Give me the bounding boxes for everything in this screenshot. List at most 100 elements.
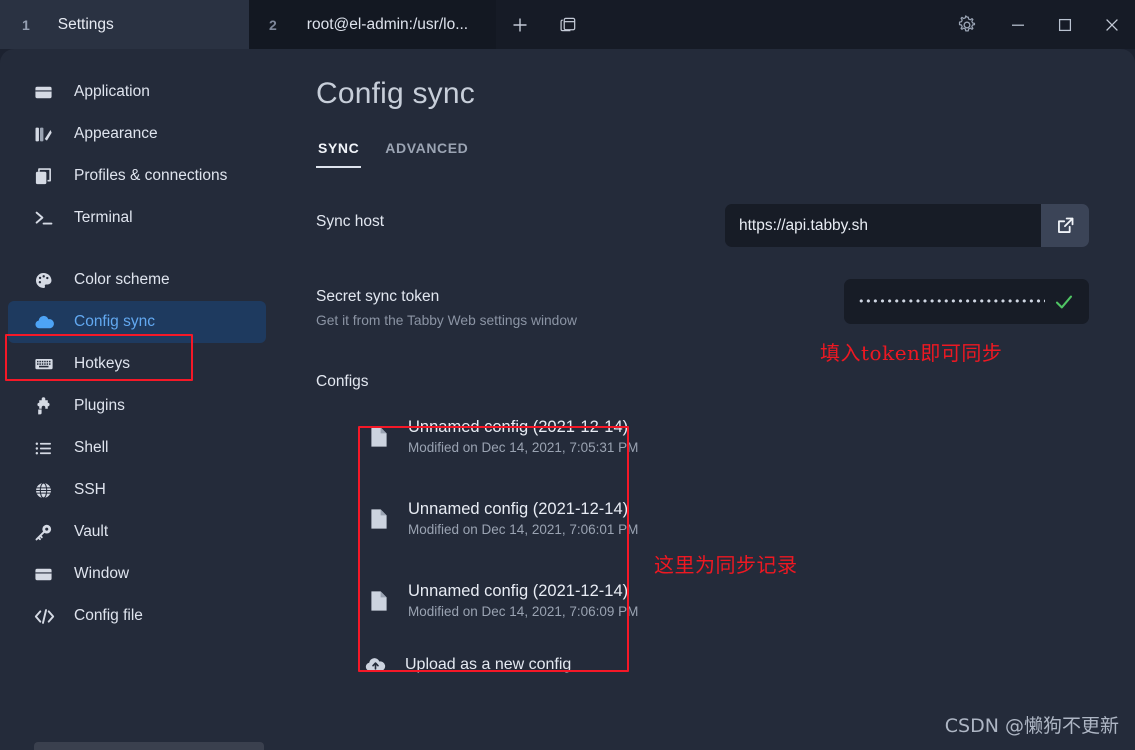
config-name: Unnamed config (2021-12-14)	[408, 500, 629, 518]
key-icon	[34, 523, 60, 542]
config-text: Unnamed config (2021-12-14) Modified on …	[408, 582, 638, 619]
secret-token-label-col: Secret sync token Get it from the Tabby …	[316, 279, 844, 328]
sidebar-item-config-sync[interactable]: Config sync	[8, 301, 266, 343]
secret-token-hint: Get it from the Tabby Web settings windo…	[316, 313, 577, 328]
file-icon	[364, 426, 394, 448]
keyboard-icon	[34, 354, 60, 374]
terminal-icon	[34, 208, 60, 228]
sidebar-item-label: Shell	[74, 439, 109, 456]
watermark: CSDN @懒狗不更新	[944, 715, 1119, 737]
maximize-icon	[1058, 18, 1071, 31]
cloud-upload-icon	[364, 655, 387, 675]
minimize-button[interactable]	[994, 0, 1041, 49]
split-tab-button[interactable]	[544, 0, 592, 49]
tab-sync[interactable]: SYNC	[316, 138, 362, 168]
upload-label: Upload as a new config	[405, 656, 572, 673]
config-text: Unnamed config (2021-12-14) Modified on …	[408, 418, 638, 455]
sidebar-item-ssh[interactable]: SSH	[8, 469, 266, 511]
plus-icon	[513, 18, 527, 31]
list-item[interactable]: Unnamed config (2021-12-14) Modified on …	[354, 573, 1089, 628]
settings-panel: Application Appearance Profiles & connec…	[0, 49, 1135, 750]
content-tabs: SYNC ADVANCED	[316, 138, 1089, 168]
globe-icon	[34, 481, 60, 500]
cloud-icon	[34, 312, 60, 333]
sidebar-item-hotkeys[interactable]: Hotkeys	[8, 343, 266, 385]
tab-label: root@el-admin:/usr/lo...	[306, 15, 469, 33]
sidebar-item-label: Window	[74, 565, 130, 582]
list-icon	[34, 439, 60, 458]
sidebar-item-label: Terminal	[74, 209, 133, 226]
sidebar-item-application[interactable]: Application	[8, 71, 266, 113]
sidebar-item-color-scheme[interactable]: Color scheme	[8, 259, 266, 301]
sidebar-item-label: Profiles & connections	[74, 167, 228, 184]
sidebar-item-profiles[interactable]: Profiles & connections	[8, 155, 266, 197]
secret-token-label: Secret sync token	[316, 288, 440, 305]
appearance-icon	[34, 125, 60, 144]
settings-content: Config sync SYNC ADVANCED Sync host http…	[292, 49, 1135, 750]
window-icon	[34, 565, 60, 584]
upload-new-config-button[interactable]: Upload as a new config	[364, 655, 1089, 675]
config-list: Unnamed config (2021-12-14) Modified on …	[354, 409, 1089, 628]
sidebar-item-terminal[interactable]: Terminal	[8, 197, 266, 239]
tab-advanced[interactable]: ADVANCED	[383, 138, 470, 168]
titlebar-drag-region	[592, 0, 940, 49]
list-item[interactable]: Unnamed config (2021-12-14) Modified on …	[354, 491, 1089, 546]
annotation-configs-note: 这里为同步记录	[654, 553, 798, 577]
maximize-button[interactable]	[1041, 0, 1088, 49]
config-name: Unnamed config (2021-12-14)	[408, 418, 629, 436]
sidebar-item-window[interactable]: Window	[8, 553, 266, 595]
sidebar-item-label: Vault	[74, 523, 109, 540]
secret-token-row: Secret sync token Get it from the Tabby …	[316, 279, 1089, 328]
settings-gear-button[interactable]	[940, 0, 994, 49]
tab-label: Settings	[57, 15, 114, 33]
sidebar-item-config-file[interactable]: Config file	[8, 595, 266, 637]
application-icon	[34, 83, 60, 102]
sidebar-item-plugins[interactable]: Plugins	[8, 385, 266, 427]
title-bar: 1 Settings 2 root@el-admin:/usr/lo...	[0, 0, 1135, 49]
close-button[interactable]	[1088, 0, 1135, 49]
tab-terminal[interactable]: 2 root@el-admin:/usr/lo...	[249, 0, 496, 49]
sync-host-label: Sync host	[316, 213, 385, 230]
code-icon	[34, 606, 60, 627]
sidebar-item-appearance[interactable]: Appearance	[8, 113, 266, 155]
secret-token-value: ••••••••••••••••••••••••••••••	[858, 295, 1045, 308]
sidebar-scroll-hint	[34, 742, 264, 750]
sidebar-item-label: Config sync	[74, 313, 155, 330]
sidebar-divider	[0, 239, 292, 259]
config-meta: Modified on Dec 14, 2021, 7:05:31 PM	[408, 440, 639, 455]
sidebar-item-label: SSH	[74, 481, 106, 498]
tab-settings[interactable]: 1 Settings	[0, 0, 249, 49]
config-text: Unnamed config (2021-12-14) Modified on …	[408, 500, 638, 537]
tab-index: 2	[269, 16, 277, 33]
file-icon	[364, 590, 394, 612]
secret-token-input-group[interactable]: ••••••••••••••••••••••••••••••	[844, 279, 1089, 324]
config-name: Unnamed config (2021-12-14)	[408, 582, 629, 600]
sidebar-item-shell[interactable]: Shell	[8, 427, 266, 469]
check-icon	[1053, 291, 1075, 313]
config-meta: Modified on Dec 14, 2021, 7:06:01 PM	[408, 522, 639, 537]
settings-sidebar: Application Appearance Profiles & connec…	[0, 49, 292, 750]
window-controls	[940, 0, 1135, 49]
gear-icon	[958, 14, 976, 31]
sync-host-row: Sync host	[316, 204, 1089, 247]
external-link-icon	[1057, 217, 1073, 233]
sidebar-item-label: Color scheme	[74, 271, 170, 288]
sync-host-input-group	[725, 204, 1089, 247]
new-tab-button[interactable]	[496, 0, 544, 49]
open-sync-host-button[interactable]	[1041, 204, 1089, 247]
tab-index: 1	[22, 16, 30, 33]
configs-label: Configs	[316, 373, 369, 390]
close-icon	[1105, 18, 1118, 31]
sidebar-item-vault[interactable]: Vault	[8, 511, 266, 553]
profiles-icon	[34, 167, 60, 186]
tabby-settings-window: 1 Settings 2 root@el-admin:/usr/lo... Ap…	[0, 0, 1135, 750]
sync-host-input[interactable]	[725, 204, 1041, 247]
minimize-icon	[1011, 24, 1024, 26]
page-title: Config sync	[316, 77, 475, 110]
puzzle-icon	[34, 396, 60, 416]
list-item[interactable]: Unnamed config (2021-12-14) Modified on …	[354, 409, 1089, 464]
palette-icon	[34, 271, 60, 290]
sidebar-item-label: Config file	[74, 607, 143, 624]
sidebar-item-label: Appearance	[74, 125, 158, 142]
annotation-token-note: 填入token即可同步	[820, 341, 1003, 365]
